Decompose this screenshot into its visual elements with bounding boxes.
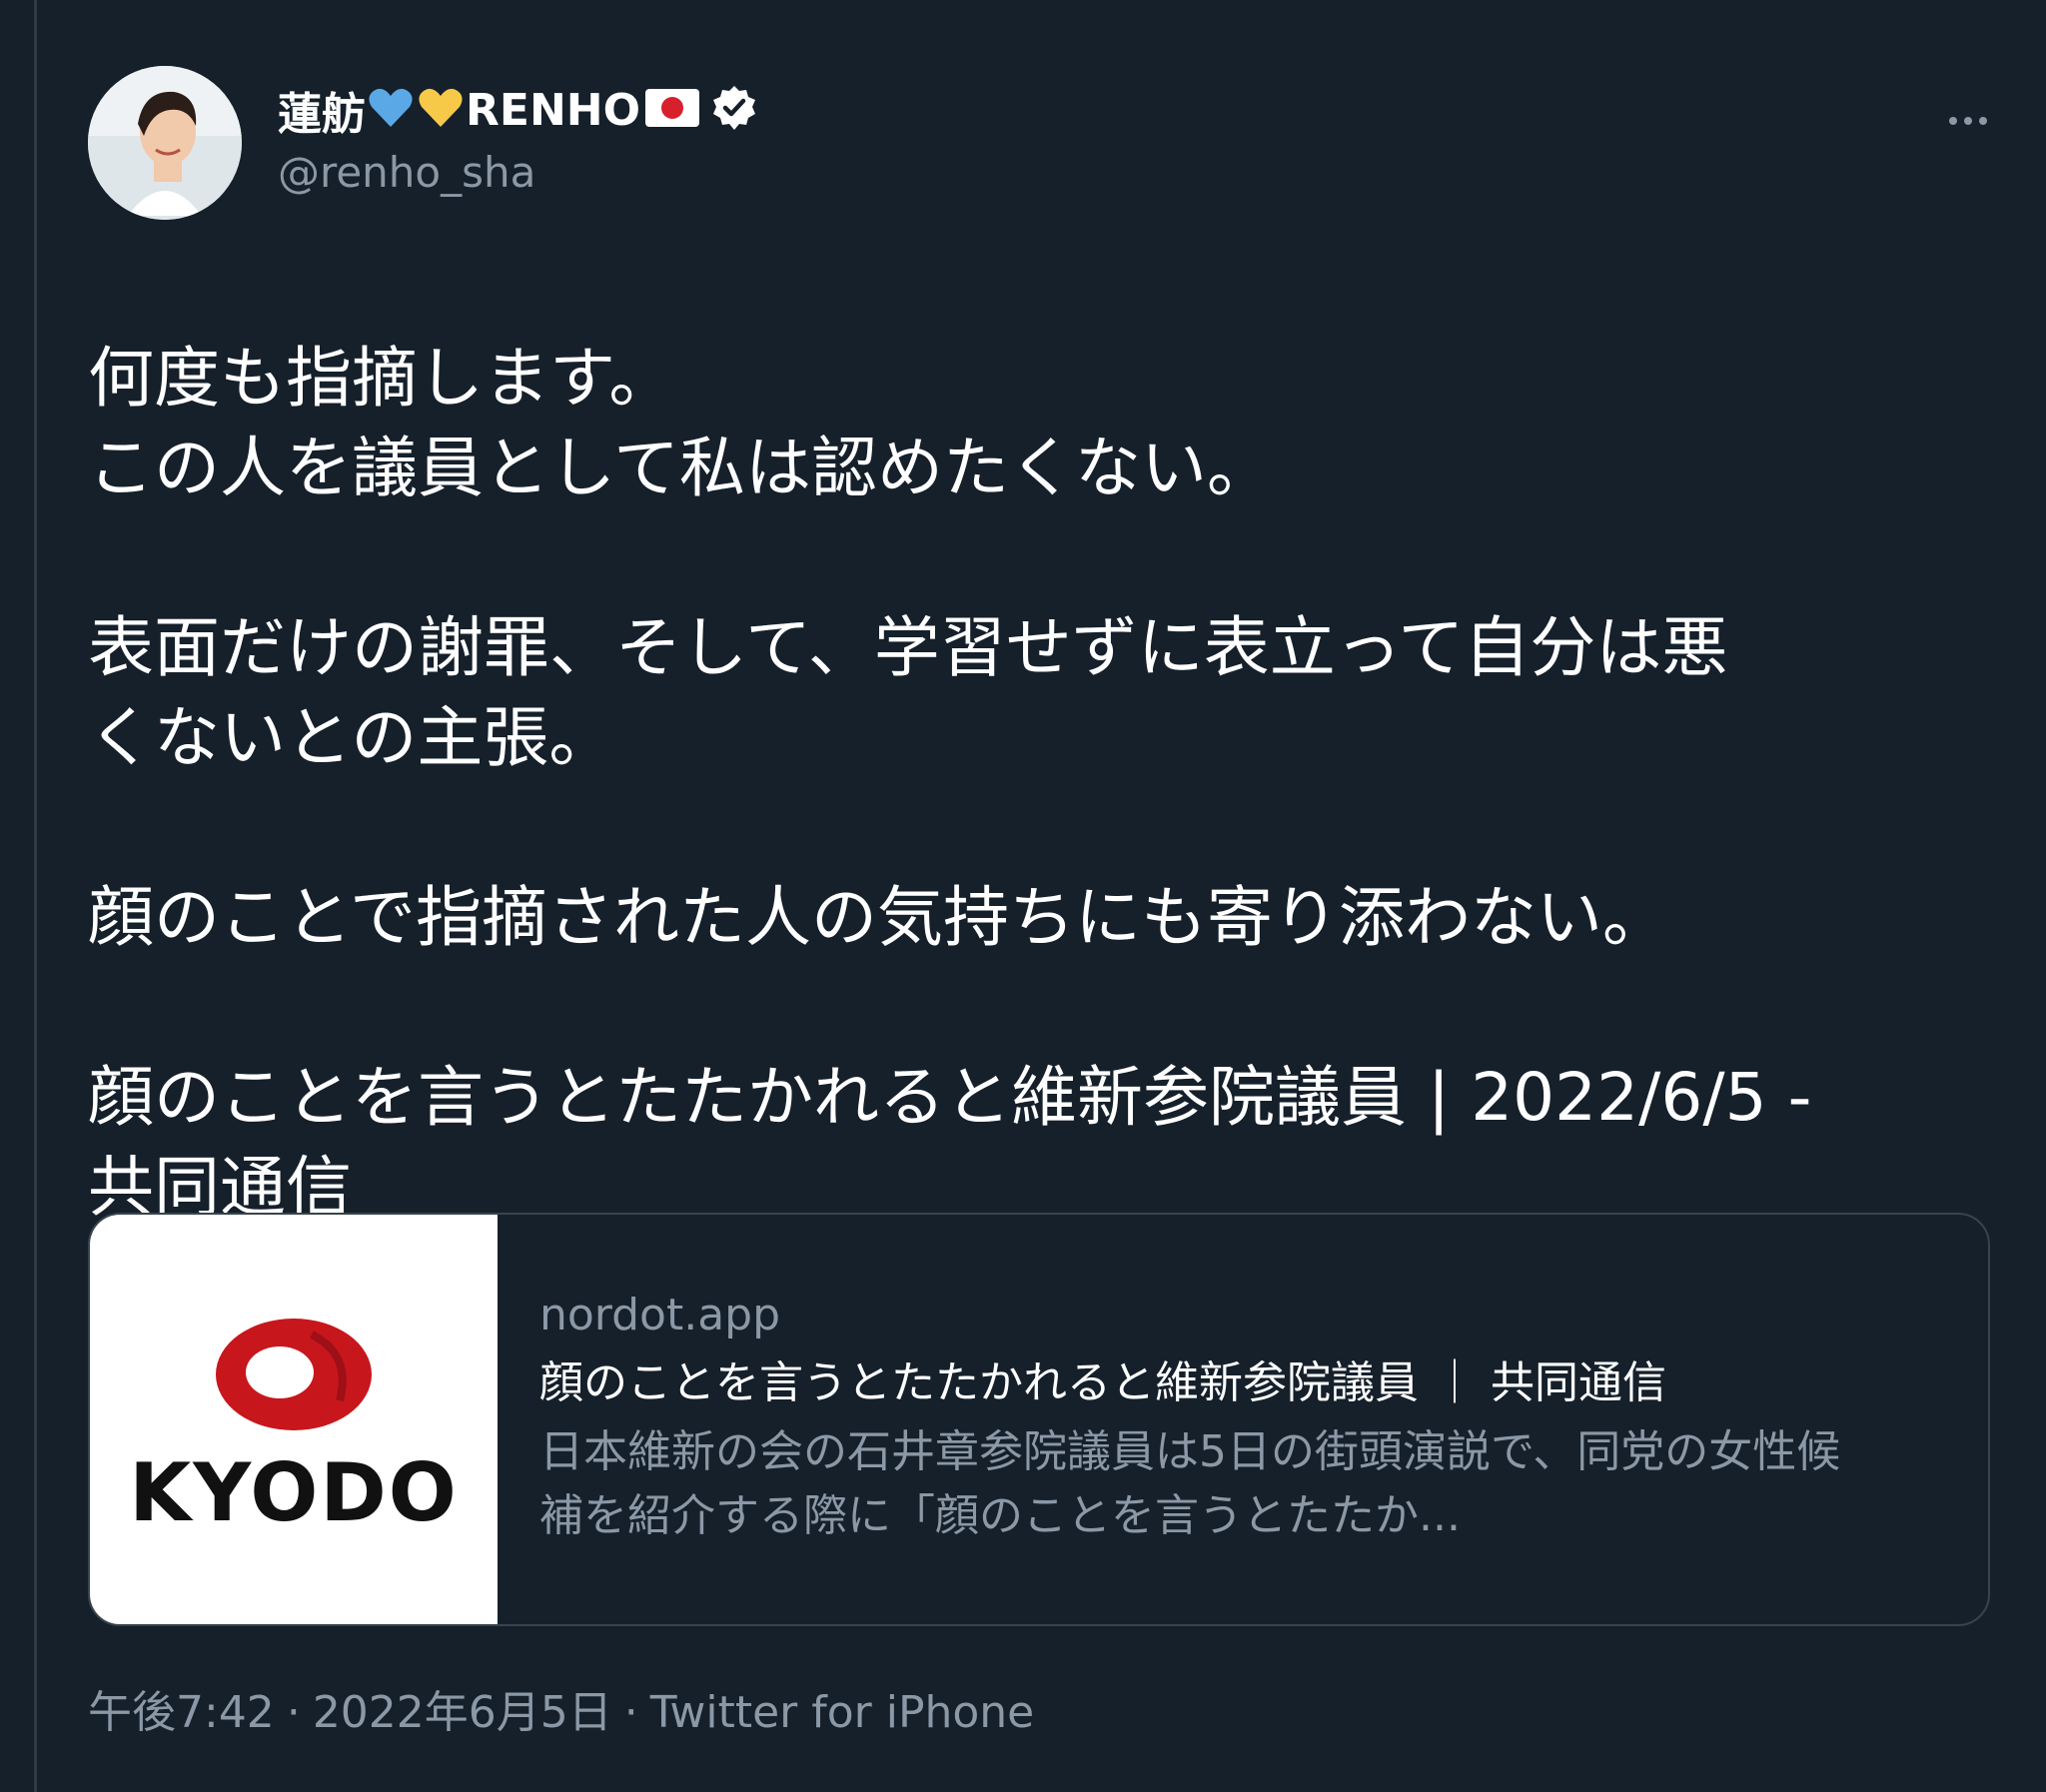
yellow-heart-icon: [418, 87, 464, 133]
card-info: nordot.app 顔のことを言うとたたかれると維新参院議員 ｜ 共同通信 日…: [498, 1215, 1958, 1624]
link-preview-card[interactable]: KYODO nordot.app 顔のことを言うとたたかれると維新参院議員 ｜ …: [88, 1213, 1990, 1626]
tweet-header: 蓮舫 RENHO @renho_sha: [88, 66, 1998, 226]
tweet-line: くないとの主張。: [88, 699, 615, 776]
tweet-text: 何度も指摘します。 この人を議員として私は認めたくない。 表面だけの謝罪、そして…: [88, 334, 1986, 1233]
japan-flag-icon: [644, 88, 700, 132]
tweet-paragraph: 表面だけの謝罪、そして、学習せずに表立って自分は悪 くないとの主張。: [88, 603, 1986, 783]
tweet-line: この人を議員として私は認めたくない。: [88, 430, 1274, 506]
kyodo-logo-icon: [216, 1319, 372, 1430]
card-domain: nordot.app: [539, 1290, 781, 1341]
card-title[interactable]: 顔のことを言うとたたかれると維新参院議員 ｜ 共同通信: [539, 1348, 1958, 1418]
thread-line: [34, 0, 37, 1792]
card-description-line: 補を紹介する際に「顔のことを言うとたたか...: [539, 1490, 1461, 1541]
display-name[interactable]: 蓮舫: [278, 78, 366, 142]
meta-separator: ·: [286, 1687, 301, 1738]
tweet: 蓮舫 RENHO @renho_sha 何度も指摘します。 この人を議員として私…: [88, 66, 1998, 1738]
tweet-paragraph: 顔のことを言うとたたかれると維新参院議員 | 2022/6/5 - 共同通信: [88, 1053, 1986, 1233]
tweet-line: 顔のことを言うとたたかれると維新参院議員 | 2022/6/5 -: [88, 1059, 1812, 1136]
tweet-meta: 午後7:42 · 2022年6月5日 · Twitter for iPhone: [88, 1676, 1034, 1740]
tweet-line: 表面だけの謝罪、そして、学習せずに表立って自分は悪: [88, 609, 1728, 686]
tweet-line: 顔のことで指摘された人の気持ちにも寄り添わない。: [88, 879, 1669, 956]
verified-badge-icon: [710, 84, 758, 136]
display-name-suffix[interactable]: RENHO: [466, 85, 640, 136]
meta-separator: ·: [623, 1687, 638, 1738]
tweet-date[interactable]: 2022年6月5日: [313, 1687, 612, 1738]
tweet-paragraph: 顔のことで指摘された人の気持ちにも寄り添わない。: [88, 873, 1986, 963]
tweet-paragraph: 何度も指摘します。 この人を議員として私は認めたくない。: [88, 334, 1986, 513]
user-handle[interactable]: @renho_sha: [278, 148, 535, 197]
card-thumbnail: KYODO: [90, 1215, 498, 1624]
tweet-source[interactable]: Twitter for iPhone: [650, 1687, 1034, 1738]
tweet-time[interactable]: 午後7:42: [88, 1687, 275, 1738]
name-row[interactable]: 蓮舫 RENHO: [278, 80, 758, 140]
tweet-line: 何度も指摘します。: [88, 340, 675, 417]
avatar-image: [88, 66, 242, 220]
card-description: 日本維新の会の石井章参院議員は5日の街頭演説で、同党の女性候 補を紹介する際に「…: [539, 1420, 1958, 1548]
kyodo-logo-text: KYODO: [129, 1446, 459, 1539]
more-options-icon[interactable]: [1938, 96, 1998, 146]
card-description-line: 日本維新の会の石井章参院議員は5日の街頭演説で、同党の女性候: [539, 1426, 1841, 1477]
avatar[interactable]: [88, 66, 242, 220]
blue-heart-icon: [368, 87, 414, 133]
